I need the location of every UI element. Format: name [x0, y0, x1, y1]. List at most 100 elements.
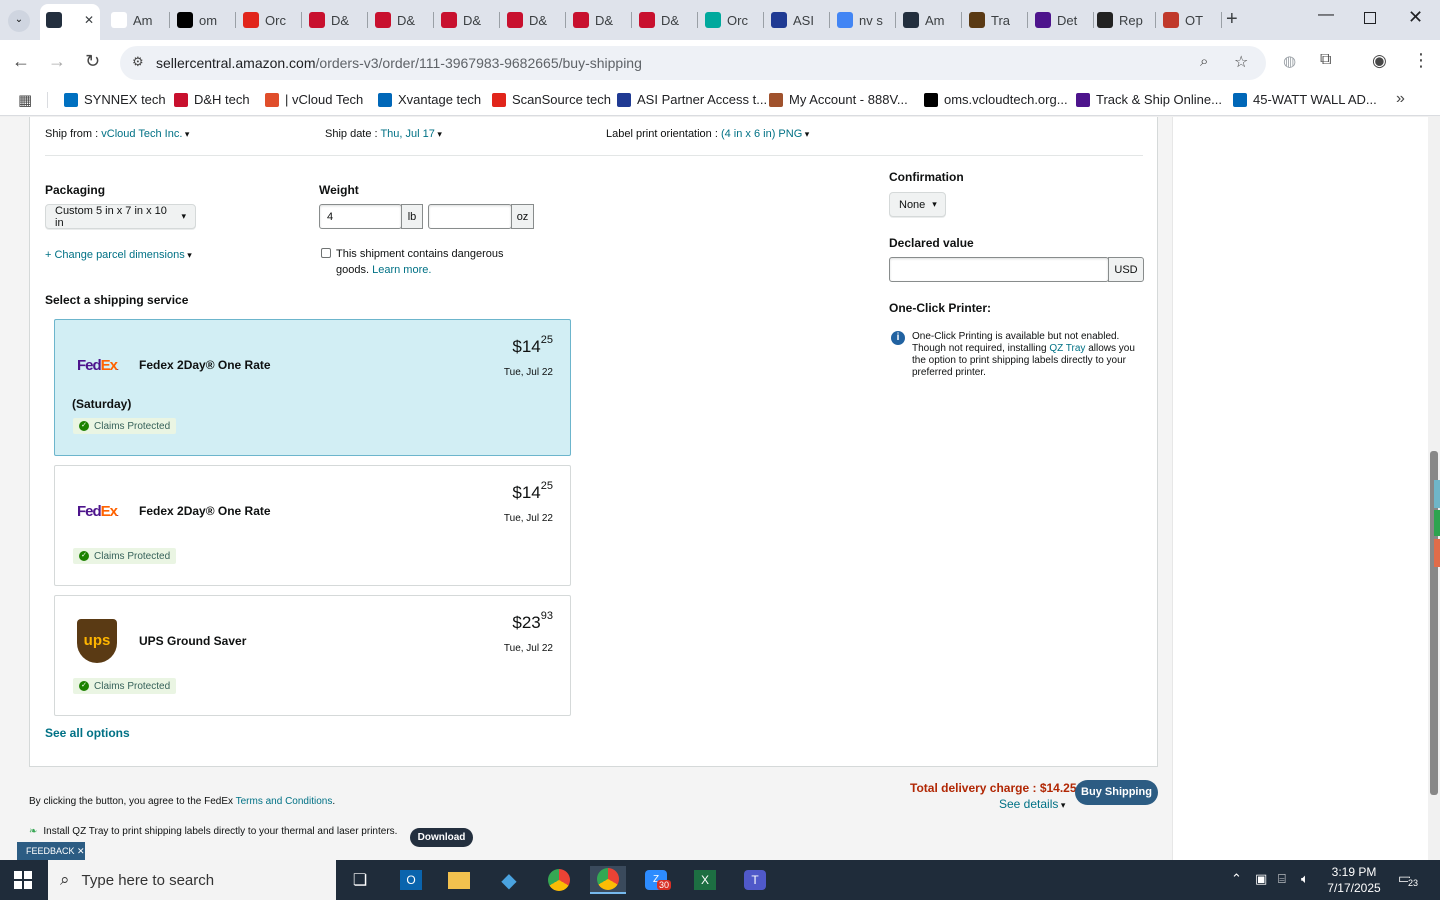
see-details-link[interactable]: See details ▾ — [999, 797, 1065, 811]
zoom-icon[interactable]: ⌕ — [1200, 53, 1208, 70]
windows-start-icon[interactable] — [14, 871, 32, 889]
tab-separator — [499, 12, 500, 28]
tab[interactable]: Rep — [1097, 6, 1149, 34]
close-tab-icon[interactable]: ✕ — [84, 13, 94, 27]
tab[interactable]: nv s — [837, 6, 889, 34]
scansource-icon — [243, 12, 259, 28]
zoom-app-icon[interactable]: Z 30 — [638, 866, 674, 894]
tab-separator — [1093, 12, 1094, 28]
tab-search-button[interactable]: ⌄ — [8, 10, 30, 32]
tab[interactable]: D& — [309, 6, 361, 34]
tab[interactable]: Det — [1035, 6, 1087, 34]
tab[interactable]: Am — [111, 6, 163, 34]
tab[interactable]: Orc — [705, 6, 757, 34]
tray-app-icon[interactable]: ▣ — [1255, 871, 1267, 887]
show-hidden-icons[interactable]: ⌃ — [1231, 871, 1242, 887]
back-icon[interactable]: ← — [12, 51, 30, 72]
browser-toolbar: ← → ↻ ⚙ sellercentral.amazon.com/orders-… — [0, 40, 1440, 84]
tab[interactable]: D& — [573, 6, 625, 34]
bookmark-star-icon[interactable]: ☆ — [1234, 52, 1248, 72]
fedex-logo-icon: FedEx. — [77, 357, 118, 374]
bookmark-item[interactable]: ScanSource tech — [492, 92, 611, 107]
scroll-marker — [1434, 539, 1440, 567]
terms-link[interactable]: Terms and Conditions — [236, 796, 333, 807]
reload-icon[interactable]: ↻ — [85, 51, 100, 72]
file-explorer-icon[interactable] — [441, 866, 477, 894]
info-icon: i — [891, 331, 905, 345]
tab[interactable]: Orc — [243, 6, 295, 34]
tab[interactable]: OT — [1163, 6, 1215, 34]
service-option-fedex-2day[interactable]: FedEx. Fedex 2Day® One Rate $1425 Tue, J… — [54, 465, 571, 586]
label-orientation-dropdown[interactable]: (4 in x 6 in) PNG — [721, 128, 802, 140]
site-info-icon[interactable]: ⚙ — [132, 54, 144, 70]
tab[interactable]: Tra — [969, 6, 1021, 34]
profile-icon[interactable]: ◉ — [1372, 51, 1387, 71]
tab[interactable]: D& — [507, 6, 559, 34]
ship-date-dropdown[interactable]: Thu, Jul 17 — [380, 128, 434, 140]
bookmark-item[interactable]: D&H tech — [174, 92, 250, 107]
bookmark-item[interactable]: Track & Ship Online... — [1076, 92, 1222, 107]
restore-button[interactable] — [1364, 12, 1376, 24]
bookmark-item[interactable]: | vCloud Tech — [265, 92, 363, 107]
buy-shipping-button[interactable]: Buy Shipping — [1075, 780, 1158, 805]
volume-icon[interactable]: 🔈︎ — [1301, 871, 1309, 887]
tab[interactable]: ASI — [771, 6, 823, 34]
apps-grid-icon[interactable]: ▦ — [18, 91, 32, 109]
bookmark-item[interactable]: oms.vcloudtech.org... — [924, 92, 1068, 107]
download-button[interactable]: Download — [410, 828, 473, 847]
change-parcel-dimensions-link[interactable]: + Change parcel dimensions ▾ — [45, 249, 192, 261]
declared-value-unit: USD — [1108, 257, 1144, 282]
tab[interactable]: ✕ — [46, 6, 96, 34]
qz-tray-link[interactable]: QZ Tray — [1049, 343, 1085, 354]
bookmark-label: SYNNEX tech — [84, 92, 166, 107]
tab-label: D& — [463, 12, 482, 28]
page-scrollbar[interactable] — [1428, 117, 1440, 860]
bookmark-item[interactable]: SYNNEX tech — [64, 92, 166, 107]
chrome-profile-icon[interactable] — [590, 866, 626, 894]
network-icon[interactable]: ⌸ — [1278, 871, 1286, 887]
notifications-icon[interactable]: ▭ 23 — [1398, 870, 1419, 888]
learn-more-link[interactable]: Learn more. — [372, 264, 431, 276]
ups-logo-icon: ups — [77, 619, 117, 663]
minimize-button[interactable]: — — [1318, 6, 1334, 24]
tab[interactable]: D& — [639, 6, 691, 34]
confirmation-select[interactable]: None ▾ — [889, 192, 946, 217]
tab[interactable]: om — [177, 6, 229, 34]
teams-icon[interactable]: T — [737, 866, 773, 894]
service-option-fedex-2day-saturday[interactable]: FedEx. Fedex 2Day® One Rate $1425 Tue, J… — [54, 319, 571, 456]
taskbar-search[interactable]: ⌕ Type here to search — [48, 860, 336, 900]
outlook-icon[interactable]: O — [393, 866, 429, 894]
close-icon[interactable]: ✕ — [77, 846, 85, 856]
tab[interactable]: D& — [375, 6, 427, 34]
excel-icon[interactable]: X — [687, 866, 723, 894]
weight-lb-input[interactable]: 4 — [319, 204, 402, 229]
address-bar[interactable]: ⚙ sellercentral.amazon.com/orders-v3/ord… — [120, 46, 1266, 80]
app-icon[interactable]: ◆ — [491, 866, 527, 894]
bookmark-item[interactable]: My Account - 888V... — [769, 92, 908, 107]
clock[interactable]: 3:19 PM 7/17/2025 — [1322, 864, 1386, 896]
bookmark-item[interactable]: ASI Partner Access t... — [617, 92, 767, 107]
more-bookmarks-icon[interactable]: » — [1396, 90, 1405, 108]
declared-value-input[interactable] — [889, 257, 1109, 282]
packaging-select[interactable]: Custom 5 in x 7 in x 10 in ▾ — [45, 204, 196, 229]
url-text[interactable]: sellercentral.amazon.com/orders-v3/order… — [156, 55, 642, 71]
task-view-icon[interactable]: ❏ — [342, 866, 378, 894]
ship-from: Ship from : vCloud Tech Inc. ▾ — [45, 128, 190, 140]
chrome-icon[interactable] — [541, 866, 577, 894]
new-tab-button[interactable]: + — [1226, 8, 1238, 31]
bookmark-item[interactable]: 45-WATT WALL AD... — [1233, 92, 1377, 107]
see-all-options-link[interactable]: See all options — [45, 726, 130, 740]
bookmark-item[interactable]: Xvantage tech — [378, 92, 481, 107]
forward-icon[interactable]: → — [48, 51, 66, 72]
feedback-tab[interactable]: FEEDBACK ✕ — [17, 842, 85, 860]
dangerous-goods-checkbox[interactable] — [321, 248, 331, 258]
translate-icon[interactable]: ◍ — [1283, 52, 1296, 70]
extensions-icon[interactable]: ⧉ — [1320, 51, 1331, 69]
service-option-ups-ground-saver[interactable]: ups UPS Ground Saver $2393 Tue, Jul 22 ✓… — [54, 595, 571, 716]
weight-oz-input[interactable] — [428, 204, 512, 229]
tab[interactable]: D& — [441, 6, 493, 34]
ship-from-dropdown[interactable]: vCloud Tech Inc. — [101, 128, 182, 140]
close-window-button[interactable]: ✕ — [1408, 7, 1423, 28]
tab[interactable]: Am — [903, 6, 955, 34]
menu-icon[interactable]: ⋮ — [1412, 50, 1430, 71]
